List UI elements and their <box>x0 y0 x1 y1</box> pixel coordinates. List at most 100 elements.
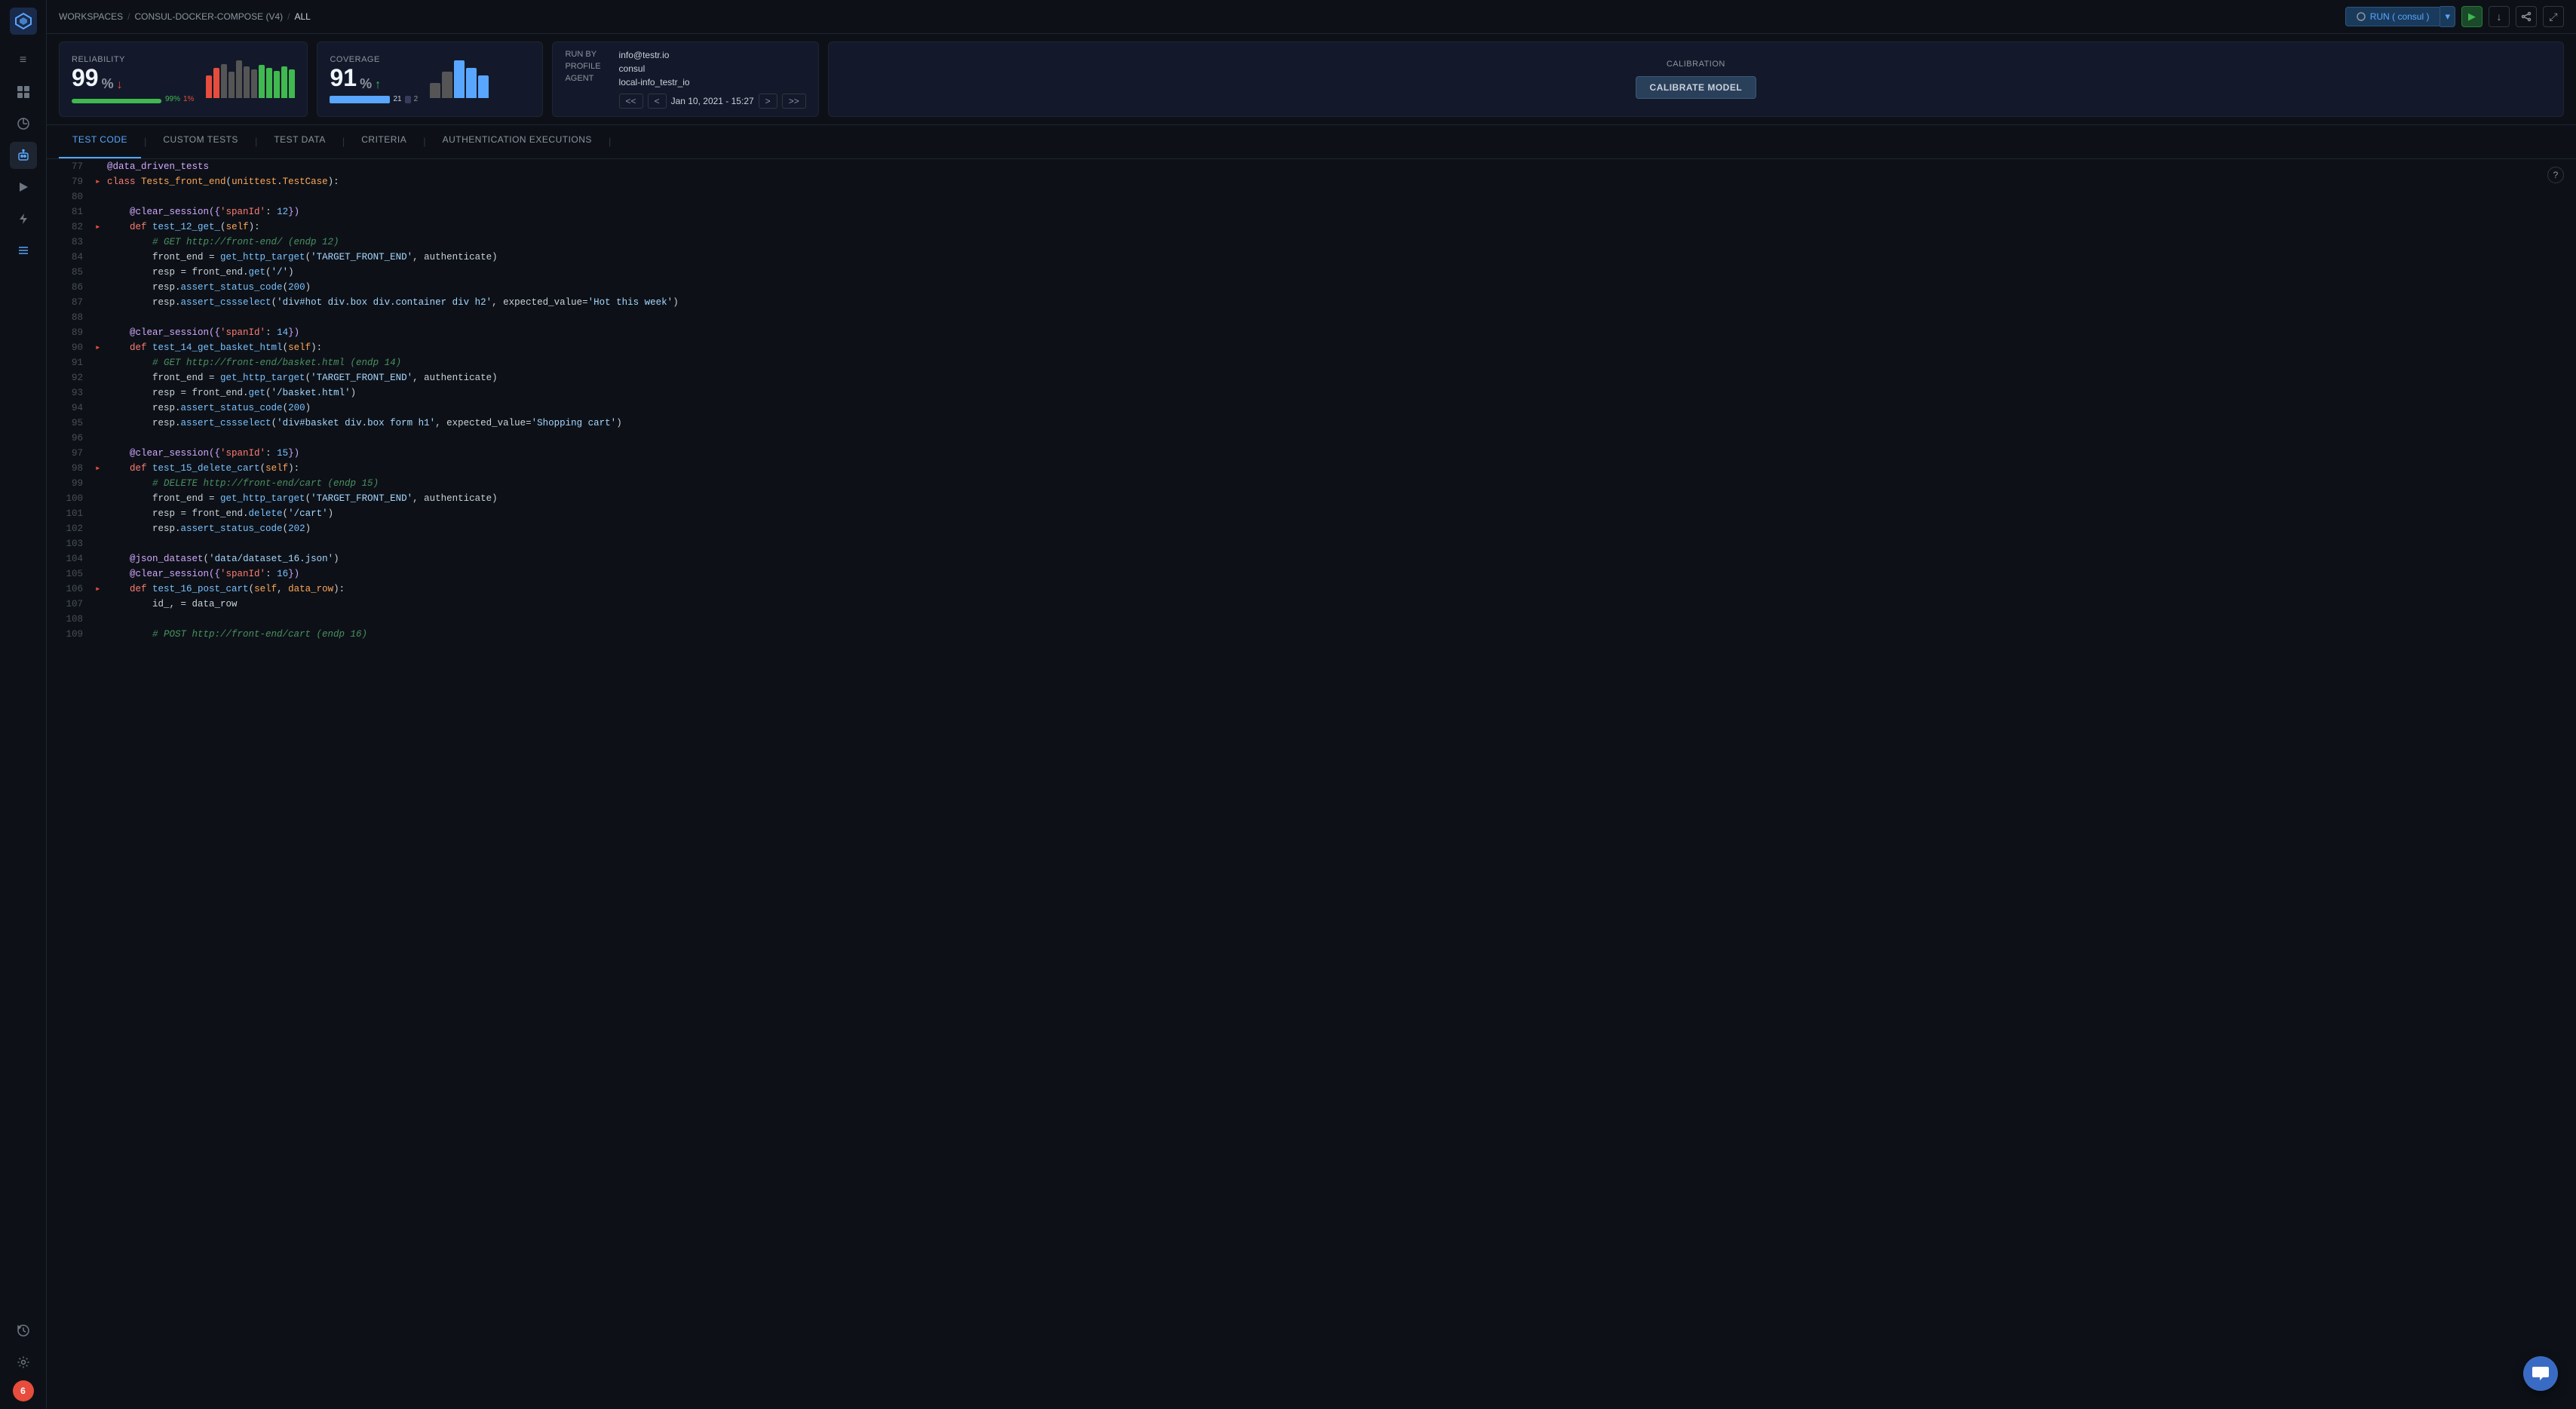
run-button[interactable]: RUN ( consul ) <box>2345 7 2441 26</box>
tab-sep-1: | <box>141 125 149 158</box>
tab-custom-tests[interactable]: CUSTOM TESTS <box>149 125 252 158</box>
topbar: WORKSPACES / CONSUL-DOCKER-COMPOSE (V4) … <box>47 0 2576 34</box>
sidebar-item-settings[interactable] <box>10 1349 37 1376</box>
coverage-value: 91 % ↑ <box>330 64 418 92</box>
expand-button[interactable]: ⤢ <box>2543 6 2564 27</box>
code-line-105: 105 @clear_session({'spanId': 16}) <box>47 566 2576 582</box>
coverage-arrow: ↑ <box>375 78 381 92</box>
chart-bar <box>206 75 212 98</box>
reliability-arrow: ↓ <box>117 78 123 92</box>
code-line-103: 103 <box>47 536 2576 551</box>
calibration-label: CALIBRATION <box>1667 60 1725 69</box>
run-dropdown[interactable]: ▾ <box>2440 6 2455 27</box>
reliability-stat: RELIABILITY 99 % ↓ 99% 1% <box>72 55 194 103</box>
breadcrumb-sep1: / <box>127 11 130 22</box>
chart-bar <box>236 60 242 98</box>
sidebar-item-history[interactable] <box>10 1317 37 1344</box>
run-info-card: RUN BY PROFILE AGENT info@testr.io consu… <box>552 41 818 117</box>
run-info-values: info@testr.io consul local-info_testr_io <box>619 50 806 87</box>
reliability-label: RELIABILITY <box>72 55 194 64</box>
breadcrumb-project[interactable]: CONSUL-DOCKER-COMPOSE (V4) <box>134 11 283 22</box>
code-line-104: 104 @json_dataset('data/dataset_16.json'… <box>47 551 2576 566</box>
chart-bar <box>281 66 287 98</box>
code-line-77: 77 @data_driven_tests <box>47 159 2576 174</box>
user-avatar[interactable]: 6 <box>13 1380 34 1401</box>
run-play-button[interactable]: ▶ <box>2461 6 2482 27</box>
tab-test-data[interactable]: TEST DATA <box>260 125 339 158</box>
code-line-93: 93 resp = front_end.get('/basket.html') <box>47 385 2576 401</box>
tabs-bar: TEST CODE | CUSTOM TESTS | TEST DATA | C… <box>47 125 2576 159</box>
coverage-bar <box>330 96 390 103</box>
coverage-bar-label: 21 <box>393 95 401 103</box>
code-line-95: 95 resp.assert_cssselect('div#basket div… <box>47 416 2576 431</box>
help-icon[interactable]: ? <box>2547 167 2564 183</box>
code-line-86: 86 resp.assert_status_code(200) <box>47 280 2576 295</box>
code-line-92: 92 front_end = get_http_target('TARGET_F… <box>47 370 2576 385</box>
chart-bar <box>466 68 477 98</box>
sidebar-item-flash[interactable] <box>10 205 37 232</box>
nav-prev-button[interactable]: < <box>648 94 667 109</box>
code-line-96: 96 <box>47 431 2576 446</box>
share-button[interactable] <box>2516 6 2537 27</box>
tab-test-code[interactable]: TEST CODE <box>59 125 141 158</box>
run-nav: << < Jan 10, 2021 - 15:27 > >> <box>619 94 806 109</box>
breadcrumb: WORKSPACES / CONSUL-DOCKER-COMPOSE (V4) … <box>59 11 311 22</box>
reliability-bar-fill <box>72 99 161 103</box>
chart-bar <box>259 65 265 98</box>
calibrate-model-button[interactable]: CALIBRATE MODEL <box>1636 76 1757 99</box>
nav-last-button[interactable]: >> <box>782 94 806 109</box>
tab-sep-4: | <box>420 125 428 158</box>
code-line-89: 89 @clear_session({'spanId': 14}) <box>47 325 2576 340</box>
coverage-bar-2 <box>405 96 411 103</box>
stats-cards: RELIABILITY 99 % ↓ 99% 1% <box>59 41 2564 117</box>
sidebar-item-menu[interactable]: ≡ <box>10 47 37 74</box>
run-info-right: info@testr.io consul local-info_testr_io… <box>619 50 806 109</box>
nav-first-button[interactable]: << <box>619 94 643 109</box>
reliability-value: 99 % ↓ <box>72 64 194 92</box>
sidebar-item-list[interactable] <box>10 237 37 264</box>
code-line-80: 80 <box>47 189 2576 204</box>
download-button[interactable]: ↓ <box>2489 6 2510 27</box>
run-by-label: RUN BY <box>565 50 600 59</box>
breadcrumb-workspaces[interactable]: WORKSPACES <box>59 11 123 22</box>
sidebar-item-grid[interactable] <box>10 78 37 106</box>
code-line-101: 101 resp = front_end.delete('/cart') <box>47 506 2576 521</box>
code-line-81: 81 @clear_session({'spanId': 12}) <box>47 204 2576 219</box>
code-line-91: 91 # GET http://front-end/basket.html (e… <box>47 355 2576 370</box>
run-button-label: RUN ( consul ) <box>2370 11 2430 22</box>
main-content: WORKSPACES / CONSUL-DOCKER-COMPOSE (V4) … <box>47 0 2576 1409</box>
run-date: Jan 10, 2021 - 15:27 <box>671 96 754 106</box>
code-container[interactable]: ? 77 @data_driven_tests 79 ▸ class Tests… <box>47 159 2576 1409</box>
app-logo[interactable] <box>10 8 37 35</box>
chart-bar <box>213 68 219 98</box>
tab-auth-exec[interactable]: AUTHENTICATION EXECUTIONS <box>429 125 606 158</box>
code-line-98: 98 ▸ def test_15_delete_cart(self): <box>47 461 2576 476</box>
sidebar-item-bot[interactable] <box>10 142 37 169</box>
tab-sep-5: | <box>606 125 614 158</box>
breadcrumb-section: ALL <box>295 11 311 22</box>
run-by-value: info@testr.io <box>619 50 806 60</box>
reliability-chart <box>206 60 295 98</box>
breadcrumb-sep2: / <box>287 11 290 22</box>
coverage-bar-label-2: 2 <box>414 95 419 103</box>
nav-next-button[interactable]: > <box>759 94 777 109</box>
chart-bar <box>266 68 272 98</box>
chat-bubble[interactable] <box>2523 1356 2558 1391</box>
sidebar-item-play[interactable] <box>10 173 37 201</box>
code-line-94: 94 resp.assert_status_code(200) <box>47 401 2576 416</box>
chart-bar <box>244 66 250 98</box>
code-line-102: 102 resp.assert_status_code(202) <box>47 521 2576 536</box>
chart-bar <box>251 69 257 98</box>
agent-value: local-info_testr_io <box>619 77 806 87</box>
chart-bar <box>221 64 227 98</box>
code-line-108: 108 <box>47 612 2576 627</box>
chart-bar <box>454 60 465 98</box>
reliability-card: RELIABILITY 99 % ↓ 99% 1% <box>59 41 308 117</box>
code-line-109: 109 # POST http://front-end/cart (endp 1… <box>47 627 2576 642</box>
reliability-suffix: % <box>102 76 114 92</box>
code-line-100: 100 front_end = get_http_target('TARGET_… <box>47 491 2576 506</box>
coverage-stat: COVERAGE 91 % ↑ 21 2 <box>330 55 418 103</box>
calibration-card: CALIBRATION CALIBRATE MODEL <box>828 41 2564 117</box>
sidebar-item-analytics[interactable] <box>10 110 37 137</box>
tab-criteria[interactable]: CRITERIA <box>348 125 420 158</box>
